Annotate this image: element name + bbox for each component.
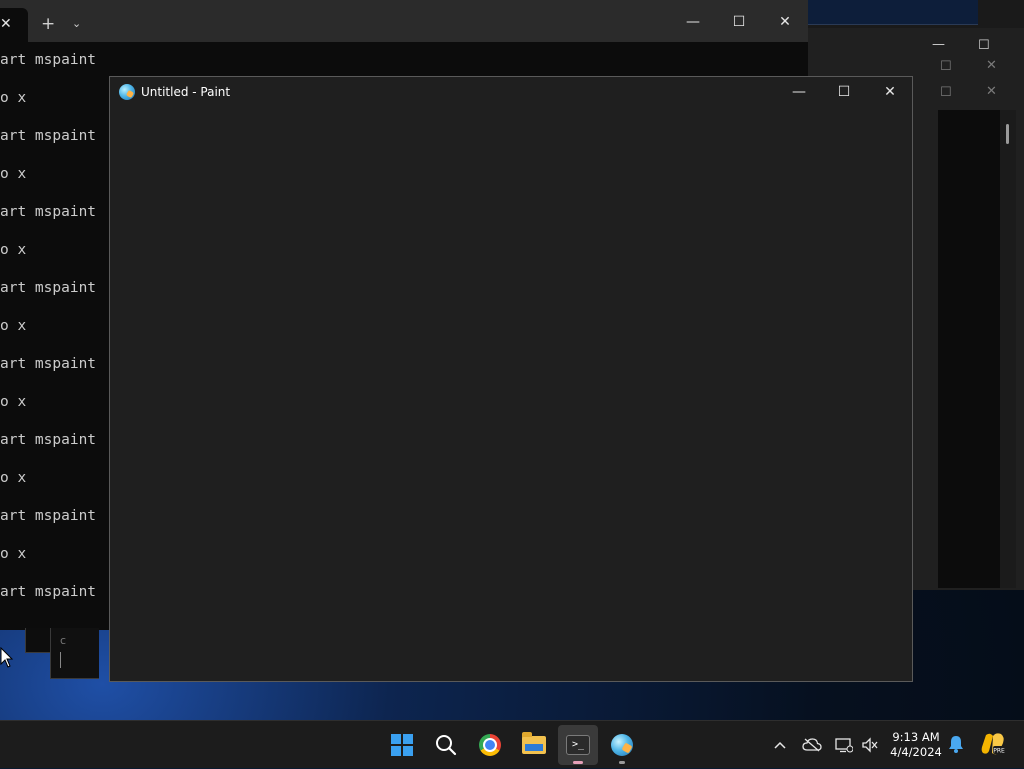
- file-explorer-taskbar-button[interactable]: [514, 725, 554, 765]
- svg-text:PRE: PRE: [993, 748, 1005, 755]
- paint-minimize-button[interactable]: —: [776, 77, 822, 107]
- terminal-line: o x: [0, 318, 27, 334]
- terminal-line: art mspaint: [0, 584, 97, 600]
- terminal-titlebar: ✕ + ⌄ — ☐ ✕: [0, 0, 808, 42]
- network-icon: [835, 738, 853, 753]
- volume-tray-button[interactable]: [858, 721, 882, 769]
- search-icon: [436, 735, 457, 756]
- paint-icon: [611, 734, 633, 756]
- cloud-off-icon: [802, 738, 822, 752]
- terminal-line: o x: [0, 394, 27, 410]
- terminal-line: o x: [0, 242, 27, 258]
- desktop: — ☐ ☐ ✕ ☐ ✕ ✕ + ⌄ — ☐ ✕ art mspaint o x …: [0, 0, 1024, 720]
- terminal-line: o x: [0, 90, 27, 106]
- terminal-taskbar-button[interactable]: >_: [558, 725, 598, 765]
- background-window-maximize-button[interactable]: ☐: [978, 39, 990, 53]
- chevron-up-icon: [774, 741, 786, 749]
- running-indicator: [619, 761, 625, 764]
- taskbar: >_ 9:13 AM 4/4/2024 PRE: [0, 720, 1024, 768]
- start-button[interactable]: [382, 725, 422, 765]
- background-window-close-button-1[interactable]: ✕: [986, 59, 997, 73]
- chrome-taskbar-button[interactable]: [470, 725, 510, 765]
- background-window-fragment: c: [50, 628, 99, 679]
- scrollbar-thumb[interactable]: [1006, 124, 1009, 144]
- terminal-icon: >_: [566, 735, 590, 755]
- terminal-tab[interactable]: ✕: [0, 8, 28, 42]
- paint-window-title: Untitled - Paint: [141, 85, 231, 99]
- terminal-close-button[interactable]: ✕: [762, 6, 808, 38]
- background-window-titlebar: [808, 0, 1024, 28]
- background-window-fragment: [25, 628, 52, 653]
- onedrive-tray-button[interactable]: [800, 721, 824, 769]
- copilot-icon[interactable]: PRE: [980, 731, 1006, 757]
- terminal-line: art mspaint: [0, 356, 97, 372]
- terminal-line: art mspaint: [0, 280, 97, 296]
- paint-maximize-button[interactable]: ☐: [821, 77, 867, 107]
- background-window-content: [938, 110, 1000, 588]
- network-tray-button[interactable]: [832, 721, 856, 769]
- terminal-line: art mspaint: [0, 508, 97, 524]
- clock[interactable]: 9:13 AM 4/4/2024: [886, 730, 946, 760]
- fragment-glyph: c: [60, 634, 67, 647]
- volume-muted-icon: [862, 737, 878, 753]
- new-tab-button[interactable]: +: [41, 14, 55, 34]
- terminal-line: art mspaint: [0, 432, 97, 448]
- background-window-restore-button-1[interactable]: ☐: [940, 60, 952, 74]
- paint-taskbar-button[interactable]: [602, 725, 642, 765]
- tab-dropdown-chevron-down-icon[interactable]: ⌄: [72, 14, 81, 34]
- notification-bell-icon[interactable]: [948, 735, 964, 753]
- terminal-minimize-button[interactable]: —: [670, 6, 716, 38]
- terminal-line: o x: [0, 546, 27, 562]
- terminal-line: o x: [0, 166, 27, 182]
- clock-date: 4/4/2024: [890, 745, 942, 759]
- clock-time: 9:13 AM: [892, 730, 940, 744]
- terminal-maximize-button[interactable]: ☐: [716, 6, 762, 38]
- active-indicator: [573, 761, 583, 764]
- terminal-line: art mspaint: [0, 128, 97, 144]
- background-window-restore-button-2[interactable]: ☐: [940, 86, 952, 100]
- terminal-line: o x: [0, 470, 27, 486]
- chrome-icon: [479, 734, 501, 756]
- terminal-line: art mspaint: [0, 204, 97, 220]
- paint-close-button[interactable]: ✕: [867, 77, 913, 107]
- tab-close-icon[interactable]: ✕: [0, 16, 12, 32]
- paint-app-icon: [119, 84, 135, 100]
- tray-overflow-button[interactable]: [770, 721, 790, 769]
- search-button[interactable]: [426, 725, 466, 765]
- background-window-scrollbar[interactable]: [1000, 110, 1016, 588]
- background-window-minimize-button[interactable]: —: [932, 38, 945, 52]
- terminal-line: art mspaint: [0, 52, 97, 68]
- windows-logo-icon: [391, 734, 413, 756]
- text-cursor: [60, 652, 61, 668]
- folder-icon: [522, 732, 546, 754]
- background-window-close-button-2[interactable]: ✕: [986, 85, 997, 99]
- background-window-header: [808, 0, 978, 25]
- mouse-cursor-icon: [0, 647, 14, 668]
- paint-window[interactable]: Untitled - Paint — ☐ ✕: [109, 76, 913, 682]
